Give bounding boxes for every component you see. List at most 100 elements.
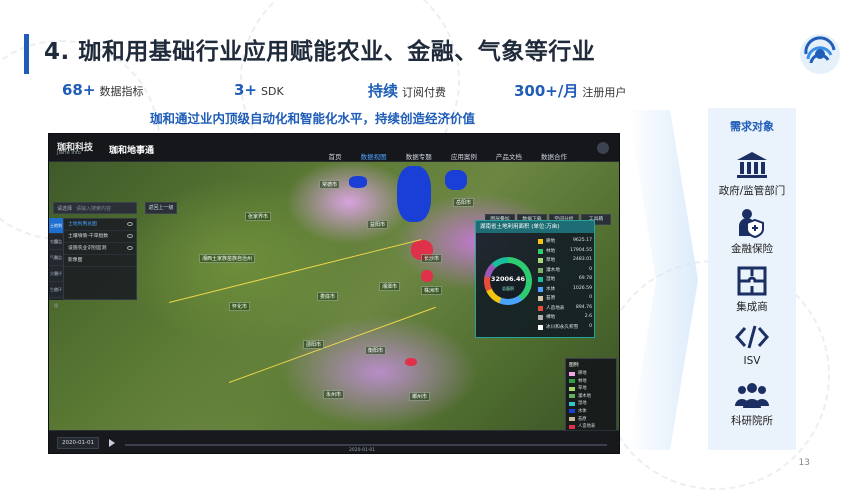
layer-item[interactable]: 土地利用总图: [64, 219, 136, 231]
play-icon[interactable]: [109, 439, 115, 447]
demand-label: 科研院所: [731, 415, 773, 427]
side-tabs: 土地利用 农业监测 气象监测 灾害评估 生态环境: [49, 218, 63, 308]
category-name: 草地: [546, 258, 556, 263]
flow-arrow: [628, 110, 698, 450]
page-number: 13: [798, 458, 810, 468]
layer-item[interactable]: 土壤墒情-干旱指数: [64, 231, 136, 243]
category-value: 69.78: [578, 276, 592, 281]
demand-item: 政府/监管部门: [708, 150, 796, 198]
timeline-track[interactable]: [125, 444, 607, 446]
layer-label: 设施农业识别监测: [68, 246, 107, 251]
user-avatar-icon[interactable]: [597, 142, 609, 154]
region-select[interactable]: 请选择: [57, 205, 72, 212]
place-label: 娄底市: [317, 292, 339, 301]
land-use-donut-chart: 32006.46 总面积: [484, 257, 532, 305]
urban-region: [405, 358, 417, 366]
visibility-eye-icon[interactable]: [127, 246, 133, 250]
nav-item-data-topics[interactable]: 数据专题: [406, 153, 432, 161]
layer-item[interactable]: 设施农业识别监测: [64, 243, 136, 255]
code-brackets-icon: [735, 325, 769, 349]
stat-item: 68+ 数据指标: [62, 80, 143, 99]
legend-item: 苔原: [566, 416, 616, 424]
legend-label: 灌木地: [578, 393, 591, 399]
layer-item[interactable]: 影像图: [64, 255, 136, 267]
stat-value: 3+: [234, 81, 258, 99]
layer-label: 土壤墒情-干旱指数: [68, 234, 109, 239]
legend-label: 草地: [578, 386, 587, 392]
legend-item: 湿地: [566, 400, 616, 408]
place-label: 益阳市: [367, 220, 389, 229]
legend-swatch: [569, 424, 575, 429]
layer-panel: 土地利用总图 土壤墒情-干旱指数 设施农业识别监测 影像图: [63, 218, 137, 300]
place-label: 长沙市: [421, 254, 443, 263]
timeline-tick: 2020-01-01: [349, 448, 376, 453]
app-name: 珈和地事通: [109, 146, 155, 156]
side-tab[interactable]: 土地利用: [49, 218, 63, 244]
side-tab[interactable]: 气象监测: [49, 250, 63, 276]
visibility-eye-icon[interactable]: [127, 222, 133, 226]
region-search[interactable]: 请选择 请输入搜索内容: [53, 202, 137, 214]
legend-label: 湿地: [578, 401, 587, 407]
land-use-stat-panel: 湖南省土地利用面积 (单位:万亩) 32006.46 总面积 耕地 9625.17…: [475, 220, 595, 338]
demand-item: 集成商: [708, 266, 796, 314]
category-row: 水体 1026.59: [538, 285, 594, 295]
place-label: 岳阳市: [453, 198, 475, 207]
legend-label: 耕地: [578, 371, 587, 376]
insurance-shield-person-icon: [739, 209, 764, 238]
stat-value: 持续: [368, 82, 399, 100]
back-button[interactable]: 返回上一级: [145, 202, 177, 214]
category-swatch: [538, 248, 543, 254]
category-swatch: [538, 239, 543, 244]
stat-value: 300+/月: [514, 82, 579, 100]
nav-item-home[interactable]: 首页: [329, 153, 342, 161]
stat-label: SDK: [261, 85, 284, 98]
category-value: 0: [589, 323, 592, 329]
company-logo-icon: [800, 34, 840, 74]
nav-item-cases[interactable]: 应用案例: [451, 153, 477, 161]
stat-value: 68+: [62, 81, 96, 99]
legend-item: 林地: [566, 378, 616, 386]
legend-item: 草地: [566, 385, 616, 393]
app-screenshot: 珈和科技 JiaHe Info 珈和地事通 首页 数据视图 数据专题 应用案例 …: [48, 133, 620, 454]
category-swatch: [538, 267, 543, 273]
category-name: 苔原: [546, 296, 556, 301]
lake-region: [397, 166, 431, 222]
category-row: 人造地表 894.76: [538, 304, 594, 314]
nav-item-docs[interactable]: 产品文档: [496, 153, 522, 161]
category-value: 2.6: [584, 314, 592, 319]
lake-region: [445, 170, 467, 190]
category-value: 0: [589, 295, 592, 300]
road-line: [228, 306, 436, 383]
timeline-bar: 2020-01-01 2020-01-01: [49, 430, 619, 453]
category-value: 1026.59: [573, 285, 592, 291]
place-label: 湘潭市: [379, 282, 401, 291]
page-title: 4. 珈和用基础行业应用赋能农业、金融、气象等行业: [44, 39, 596, 65]
legend-swatch: [569, 379, 575, 384]
stats-row: 68+ 数据指标 3+ SDK 持续 订阅付费 300+/月 注册用户: [62, 80, 682, 104]
side-tab[interactable]: 生态环境: [49, 282, 63, 308]
legend-swatch: [569, 371, 575, 376]
legend-label: 林地: [578, 378, 587, 384]
category-name: 灌木地: [546, 267, 560, 273]
stat-item: 持续 订阅付费: [368, 80, 446, 101]
nav-item-cooperation[interactable]: 数据合作: [541, 153, 567, 161]
legend-swatch: [569, 409, 575, 414]
slide-subtitle: 珈和通过业内顶级自动化和智能化水平，持续创造经济价值: [150, 111, 476, 126]
demand-label: 政府/监管部门: [718, 185, 786, 197]
map-canvas[interactable]: 常德市 岳阳市 益阳市 长沙市 湘潭市 株洲市 娄底市 邵阳市 怀化市 衡阳市 …: [49, 162, 619, 453]
category-row: 苔原 0: [538, 294, 594, 304]
layer-label: 影像图: [68, 258, 83, 263]
demand-label: ISV: [743, 355, 761, 367]
place-label: 邵阳市: [303, 340, 325, 349]
date-selector[interactable]: 2020-01-01: [57, 437, 99, 449]
app-nav: 首页 数据视图 数据专题 应用案例 产品文档 数据合作: [315, 144, 567, 164]
side-tab[interactable]: 灾害评估: [49, 266, 63, 292]
category-swatch: [538, 277, 543, 282]
category-value: 17904.55: [570, 247, 592, 253]
lake-region: [349, 176, 367, 188]
side-tab[interactable]: 农业监测: [49, 234, 63, 260]
total-area-label: 总面积: [502, 286, 514, 291]
legend-swatch: [569, 386, 575, 391]
visibility-eye-icon[interactable]: [127, 234, 133, 238]
search-input[interactable]: 请输入搜索内容: [76, 205, 111, 212]
